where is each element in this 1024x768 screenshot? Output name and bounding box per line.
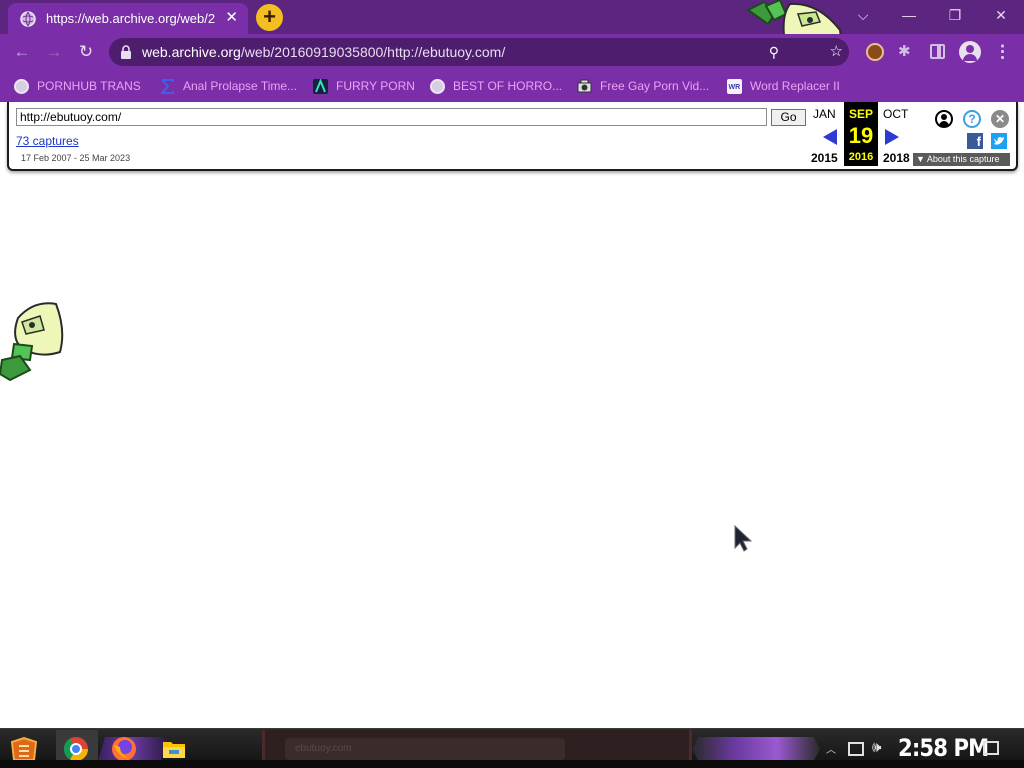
taskbar-preview-caption: ebutuoy.com xyxy=(285,738,565,760)
current-day: 19 xyxy=(848,123,874,148)
extensions-puzzle-icon[interactable]: ✱ xyxy=(898,42,916,60)
profile-icon[interactable] xyxy=(959,41,981,63)
tab-search-icon[interactable]: ⌵ xyxy=(848,4,878,26)
bookmark-item[interactable]: Free Gay Porn Vid... xyxy=(577,77,709,95)
previous-capture-arrow-icon[interactable] xyxy=(823,129,837,145)
tab-title: https://web.archive.org/web/2 xyxy=(46,11,216,26)
mouse-cursor-icon xyxy=(734,524,753,552)
lock-icon xyxy=(121,45,131,59)
address-text[interactable]: web.archive.org/web/20160919035800/http:… xyxy=(142,44,505,60)
address-bar[interactable]: web.archive.org/web/20160919035800/http:… xyxy=(109,38,849,66)
action-center-icon[interactable] xyxy=(983,741,999,755)
wr-icon: WR xyxy=(727,78,742,94)
bookmarks-bar: PORNHUB TRANS Anal Prolapse Time... FURR… xyxy=(0,70,1024,102)
account-icon[interactable] xyxy=(935,110,953,128)
address-domain: web.archive.org xyxy=(142,44,241,60)
globe-icon xyxy=(430,78,445,94)
facebook-icon[interactable]: f xyxy=(967,133,983,149)
kebab-menu-icon[interactable]: ⋮ xyxy=(994,42,1011,62)
side-panel-icon[interactable] xyxy=(930,44,945,59)
browser-tab-active[interactable]: https://web.archive.org/web/2 ✕ xyxy=(8,3,248,34)
file-explorer-icon[interactable] xyxy=(160,735,188,763)
next-month-link[interactable]: OCT xyxy=(883,107,908,121)
bookmark-label: PORNHUB TRANS xyxy=(37,79,141,93)
globe-icon xyxy=(20,10,36,27)
start-menu-icon[interactable] xyxy=(10,736,38,762)
bookmark-label: Free Gay Porn Vid... xyxy=(600,79,710,93)
bookmark-label: FURRY PORN xyxy=(336,79,415,93)
bookmark-star-icon[interactable]: ☆ xyxy=(830,42,843,60)
back-arrow-icon[interactable]: ← xyxy=(11,41,33,63)
captures-link[interactable]: 73 captures xyxy=(16,134,79,148)
bookmark-label: BEST OF HORRO... xyxy=(453,79,563,93)
volume-icon[interactable]: 🕪 xyxy=(872,739,881,756)
wayback-url-input[interactable] xyxy=(16,108,767,126)
lambda-icon xyxy=(313,78,328,94)
bookmark-item[interactable]: WR Word Replacer II xyxy=(727,77,840,95)
current-year: 2016 xyxy=(848,151,874,163)
help-icon[interactable]: ? xyxy=(963,110,981,128)
bookmark-item[interactable]: PORNHUB TRANS xyxy=(14,77,141,95)
previous-month-link[interactable]: JAN xyxy=(813,107,836,121)
bookmark-label: Word Replacer II xyxy=(750,79,840,93)
tab-strip: https://web.archive.org/web/2 ✕ + ⌵ — ❐ … xyxy=(0,0,1024,62)
reload-icon[interactable]: ↻ xyxy=(75,41,97,63)
new-tab-button[interactable]: + xyxy=(256,4,283,31)
sigma-icon xyxy=(160,78,174,94)
taskbar-decoration xyxy=(692,737,820,761)
next-capture-arrow-icon[interactable] xyxy=(885,129,899,145)
tab-close-icon[interactable]: ✕ xyxy=(225,10,238,26)
show-hidden-icons-icon[interactable]: ︿ xyxy=(826,741,836,756)
chrome-app-icon[interactable] xyxy=(62,735,90,763)
restore-button[interactable]: ❐ xyxy=(940,4,970,26)
firefox-app-icon[interactable] xyxy=(110,735,138,763)
zoom-icon[interactable]: ⚲ xyxy=(769,44,779,61)
twitter-icon[interactable] xyxy=(991,133,1007,149)
screen-bottom-edge xyxy=(0,760,1024,768)
wayback-toolbar: Go 73 captures 17 Feb 2007 - 25 Mar 2023… xyxy=(7,102,1018,171)
bookmark-label: Anal Prolapse Time... xyxy=(183,79,298,93)
current-month: SEP xyxy=(848,107,873,121)
system-clock[interactable]: 2:58 PM xyxy=(898,734,989,762)
next-year-link[interactable]: 2018 xyxy=(883,151,910,165)
current-capture-date: SEP 19 2016 xyxy=(844,102,878,166)
capture-date-range: 17 Feb 2007 - 25 Mar 2023 xyxy=(21,153,131,163)
camera-icon xyxy=(577,79,592,92)
minimize-button[interactable]: — xyxy=(894,4,924,26)
wayback-go-button[interactable]: Go xyxy=(771,109,806,126)
bookmark-item[interactable]: BEST OF HORRO... xyxy=(430,77,562,95)
bookmark-item[interactable]: Anal Prolapse Time... xyxy=(160,77,297,95)
address-path: /web/20160919035800/http://ebutuoy.com/ xyxy=(240,44,506,60)
bookmark-item[interactable]: FURRY PORN xyxy=(313,77,415,95)
globe-icon xyxy=(14,78,29,94)
close-toolbar-icon[interactable]: ✕ xyxy=(991,110,1009,128)
svg-text:WR: WR xyxy=(729,84,741,91)
previous-year-link[interactable]: 2015 xyxy=(811,151,838,165)
about-capture-button[interactable]: ▼ About this capture xyxy=(913,153,1010,166)
close-window-button[interactable]: ✕ xyxy=(986,4,1016,26)
network-icon[interactable] xyxy=(848,742,864,756)
forward-arrow-icon[interactable]: → xyxy=(43,41,65,63)
mascot-sprite-image xyxy=(0,302,64,382)
extension-avatar-icon[interactable] xyxy=(866,43,884,61)
